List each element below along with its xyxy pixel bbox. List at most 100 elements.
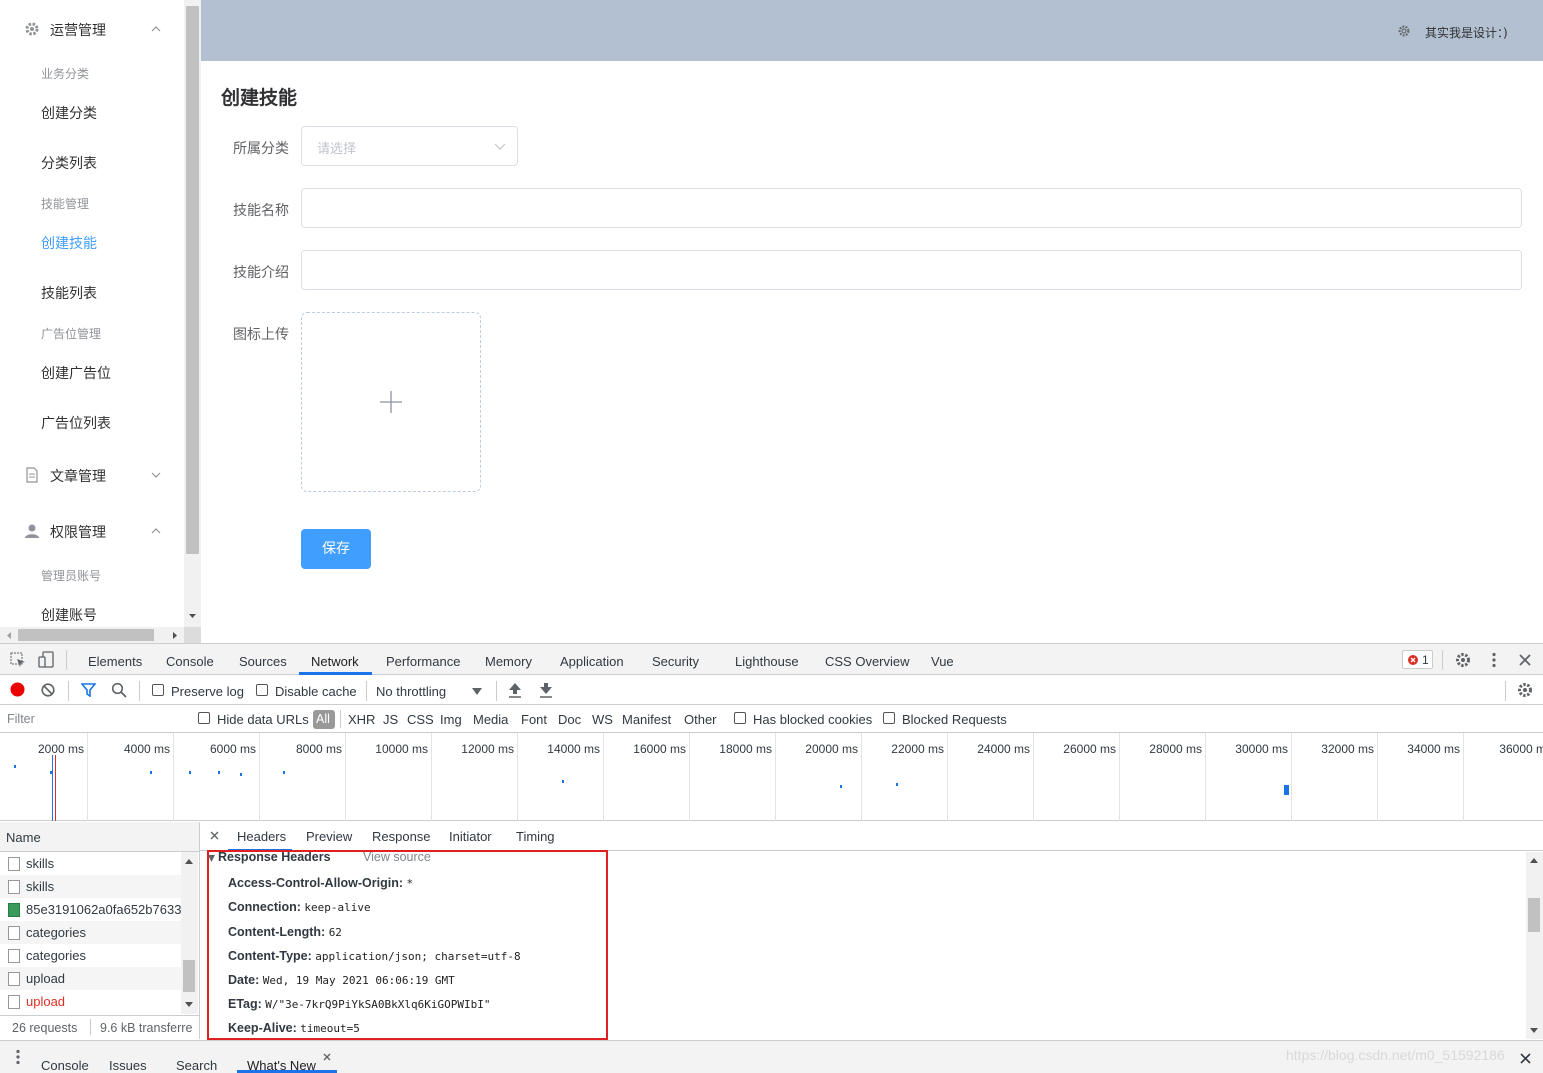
scroll-left-arrow-icon[interactable] bbox=[5, 631, 13, 640]
filter-type-other[interactable]: Other bbox=[684, 712, 717, 727]
tab-elements[interactable]: Elements bbox=[88, 654, 142, 669]
filter-type-img[interactable]: Img bbox=[440, 712, 462, 727]
sidebar-vertical-scrollbar[interactable] bbox=[184, 0, 201, 627]
panel-divider[interactable] bbox=[199, 822, 200, 1039]
close-tab-icon[interactable] bbox=[323, 1053, 331, 1061]
skill-intro-input[interactable] bbox=[301, 250, 1522, 290]
skill-name-input[interactable] bbox=[301, 188, 1522, 228]
user-name[interactable]: 其实我是设计：) bbox=[1425, 24, 1508, 41]
menu-group-operations[interactable]: 运营管理 bbox=[0, 9, 184, 49]
detail-tab-response[interactable]: Response bbox=[372, 829, 431, 844]
request-row[interactable]: skills bbox=[0, 852, 181, 875]
blocked-requests-checkbox[interactable] bbox=[883, 712, 895, 724]
request-row[interactable]: categories bbox=[0, 944, 181, 967]
detail-tab-headers[interactable]: Headers bbox=[237, 829, 286, 844]
scrollbar-thumb[interactable] bbox=[1528, 898, 1540, 932]
sidebar-item-ad-list[interactable]: 广告位列表 bbox=[0, 402, 184, 442]
gear-icon[interactable] bbox=[1455, 652, 1471, 668]
scroll-right-arrow-icon[interactable] bbox=[171, 631, 179, 640]
filter-type-media[interactable]: Media bbox=[473, 712, 508, 727]
request-row[interactable]: skills bbox=[0, 875, 181, 898]
filter-type-all[interactable]: All bbox=[313, 710, 335, 729]
request-row[interactable]: 85e3191062a0fa652b7633 bbox=[0, 898, 181, 921]
has-blocked-cookies-checkbox[interactable] bbox=[734, 712, 746, 724]
watermark: https://blog.csdn.net/m0_51592186 bbox=[1286, 1047, 1505, 1063]
save-button[interactable]: 保存 bbox=[301, 529, 371, 569]
scroll-down-arrow-icon[interactable] bbox=[185, 1002, 193, 1008]
tab-css-overview[interactable]: CSS Overview bbox=[825, 654, 910, 669]
sidebar-item-create-skill[interactable]: 创建技能 bbox=[0, 222, 184, 262]
request-row[interactable]: upload bbox=[0, 990, 181, 1013]
sidebar-item-create-ad[interactable]: 创建广告位 bbox=[0, 352, 184, 392]
sidebar-item-create-account[interactable]: 创建账号 bbox=[0, 594, 184, 627]
sidebar-item-create-category[interactable]: 创建分类 bbox=[0, 92, 184, 132]
category-select[interactable]: 请选择 bbox=[301, 126, 518, 166]
close-drawer-icon[interactable] bbox=[1520, 1053, 1531, 1064]
drawer-tab-console[interactable]: Console bbox=[41, 1058, 89, 1073]
filter-type-js[interactable]: JS bbox=[383, 712, 398, 727]
filter-type-font[interactable]: Font bbox=[521, 712, 547, 727]
sidebar-item-skill-list[interactable]: 技能列表 bbox=[0, 272, 184, 312]
filter-type-xhr[interactable]: XHR bbox=[348, 712, 375, 727]
filter-type-doc[interactable]: Doc bbox=[558, 712, 581, 727]
detail-tab-timing[interactable]: Timing bbox=[516, 829, 555, 844]
tab-memory[interactable]: Memory bbox=[485, 654, 532, 669]
tab-network[interactable]: Network bbox=[311, 654, 359, 669]
scroll-down-arrow-icon[interactable] bbox=[188, 612, 197, 620]
tab-sources[interactable]: Sources bbox=[239, 654, 287, 669]
scroll-down-arrow-icon[interactable] bbox=[1530, 1028, 1538, 1034]
export-har-icon[interactable] bbox=[539, 682, 553, 698]
tab-console[interactable]: Console bbox=[166, 654, 214, 669]
inspect-element-icon[interactable] bbox=[10, 652, 26, 668]
preserve-log-checkbox[interactable] bbox=[152, 684, 164, 696]
menu-group-articles[interactable]: 文章管理 bbox=[0, 455, 184, 495]
clear-icon[interactable] bbox=[41, 683, 55, 697]
hide-data-urls-checkbox[interactable] bbox=[198, 712, 210, 724]
timeline-request-mark bbox=[896, 783, 898, 786]
detail-tab-initiator[interactable]: Initiator bbox=[449, 829, 492, 844]
filter-input[interactable]: Filter bbox=[2, 708, 184, 730]
scroll-up-arrow-icon[interactable] bbox=[185, 858, 193, 864]
tab-vue[interactable]: Vue bbox=[931, 654, 954, 669]
timeline-overview[interactable]: 2000 ms 4000 ms 6000 ms 8000 ms 10000 ms 1200… bbox=[0, 733, 1543, 821]
close-detail-icon[interactable] bbox=[210, 831, 219, 840]
import-har-icon[interactable] bbox=[508, 682, 522, 698]
dropdown-arrow-icon[interactable] bbox=[472, 688, 482, 695]
tab-security[interactable]: Security bbox=[652, 654, 699, 669]
scrollbar-thumb[interactable] bbox=[183, 960, 195, 992]
drawer-tab-search[interactable]: Search bbox=[176, 1058, 217, 1073]
icon-uploader[interactable] bbox=[301, 312, 481, 492]
scrollbar-thumb[interactable] bbox=[186, 6, 199, 554]
more-options-icon[interactable] bbox=[1491, 652, 1497, 668]
throttling-select[interactable]: No throttling bbox=[376, 684, 446, 699]
tab-application[interactable]: Application bbox=[560, 654, 624, 669]
close-icon[interactable] bbox=[1519, 654, 1531, 666]
name-column-header[interactable]: Name bbox=[6, 830, 41, 845]
filter-type-manifest[interactable]: Manifest bbox=[622, 712, 671, 727]
tab-lighthouse[interactable]: Lighthouse bbox=[735, 654, 799, 669]
drawer-tab-issues[interactable]: Issues bbox=[109, 1058, 147, 1073]
scroll-up-arrow-icon[interactable] bbox=[1530, 857, 1538, 863]
tab-performance[interactable]: Performance bbox=[386, 654, 460, 669]
disable-cache-checkbox[interactable] bbox=[256, 684, 268, 696]
record-icon[interactable] bbox=[10, 682, 25, 697]
network-settings-icon[interactable] bbox=[1517, 682, 1533, 698]
filter-type-ws[interactable]: WS bbox=[592, 712, 613, 727]
detail-tab-preview[interactable]: Preview bbox=[306, 829, 352, 844]
menu-subtitle-business-category: 业务分类 bbox=[41, 67, 90, 81]
search-icon[interactable] bbox=[111, 682, 127, 698]
scrollbar-thumb[interactable] bbox=[18, 629, 154, 641]
request-row[interactable]: upload bbox=[0, 967, 181, 990]
drawer-menu-icon[interactable] bbox=[16, 1049, 20, 1065]
error-counter[interactable]: 1 bbox=[1402, 650, 1433, 669]
sidebar-horizontal-scrollbar[interactable] bbox=[0, 627, 184, 643]
sidebar-item-category-list[interactable]: 分类列表 bbox=[0, 142, 184, 182]
filter-type-css[interactable]: CSS bbox=[407, 712, 434, 727]
detail-scrollbar[interactable] bbox=[1526, 852, 1543, 1039]
requests-scrollbar[interactable] bbox=[181, 852, 198, 1014]
request-row[interactable]: categories bbox=[0, 921, 181, 944]
menu-group-permissions[interactable]: 权限管理 bbox=[0, 511, 184, 551]
device-toolbar-icon[interactable] bbox=[38, 651, 54, 668]
settings-icon[interactable] bbox=[1397, 24, 1411, 38]
filter-icon[interactable] bbox=[81, 683, 96, 697]
